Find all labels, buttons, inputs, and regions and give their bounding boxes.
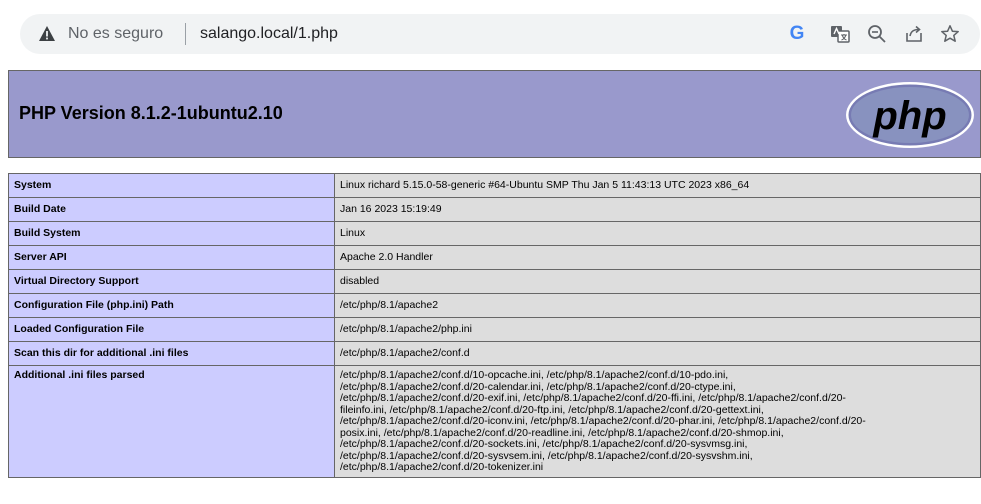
row-value: Linux richard 5.15.0-58-generic #64-Ubun… xyxy=(334,173,981,198)
row-value-line: /etc/php/8.1/apache2/conf.d/20-exif.ini,… xyxy=(340,392,846,404)
google-icon[interactable]: G xyxy=(785,22,809,46)
translate-icon[interactable] xyxy=(828,22,852,46)
row-value-line: /etc/php/8.1/apache2/conf.d/10-opcache.i… xyxy=(340,369,729,381)
row-key: Build Date xyxy=(8,197,335,222)
row-key: Build System xyxy=(8,221,335,246)
table-row: Server API Apache 2.0 Handler xyxy=(8,245,981,270)
row-value-line: /etc/php/8.1/apache2/conf.d/20-iconv.ini… xyxy=(340,415,866,427)
row-value-line: /etc/php/8.1/apache2/conf.d/20-sockets.i… xyxy=(340,438,748,450)
zoom-out-icon[interactable] xyxy=(865,22,889,46)
bookmark-star-icon[interactable] xyxy=(938,22,962,46)
row-value: /etc/php/8.1/apache2/conf.d xyxy=(334,341,981,366)
table-row: Build System Linux xyxy=(8,221,981,246)
table-row: Virtual Directory Support disabled xyxy=(8,269,981,294)
row-value: Jan 16 2023 15:19:49 xyxy=(334,197,981,222)
row-key: Virtual Directory Support xyxy=(8,269,335,294)
row-key: Loaded Configuration File xyxy=(8,317,335,342)
security-label[interactable]: No es seguro xyxy=(68,24,163,44)
row-key: Server API xyxy=(8,245,335,270)
phpinfo-content: PHP Version 8.1.2-1ubuntu2.10 php System… xyxy=(8,70,981,478)
system-info-table: System Linux richard 5.15.0-58-generic #6… xyxy=(8,173,981,478)
row-value-list: /etc/php/8.1/apache2/conf.d/10-opcache.i… xyxy=(334,365,981,478)
share-icon[interactable] xyxy=(902,22,926,46)
warning-icon[interactable] xyxy=(38,25,56,42)
php-logo-icon[interactable]: php xyxy=(845,81,975,149)
page-title: PHP Version 8.1.2-1ubuntu2.10 xyxy=(19,103,283,123)
row-value: Apache 2.0 Handler xyxy=(334,245,981,270)
row-value: disabled xyxy=(334,269,981,294)
url-text[interactable]: salango.local/1.php xyxy=(200,24,338,44)
svg-text:php: php xyxy=(872,94,946,138)
table-row: Configuration File (php.ini) Path/etc/ph… xyxy=(8,293,981,318)
row-value-line: /etc/php/8.1/apache2/conf.d/20-tokenizer… xyxy=(340,461,544,473)
table-row: Build Date Jan 16 2023 15:19:49 xyxy=(8,197,981,222)
row-key: Configuration File (php.ini) Path xyxy=(8,293,335,318)
row-value: /etc/php/8.1/apache2 xyxy=(334,293,981,318)
php-version-header: PHP Version 8.1.2-1ubuntu2.10 php xyxy=(8,70,981,158)
row-key: System xyxy=(8,173,335,198)
row-value: /etc/php/8.1/apache2/php.ini xyxy=(334,317,981,342)
row-key: Additional .ini files parsed xyxy=(8,365,335,478)
address-separator xyxy=(185,23,186,45)
table-row: Additional .ini files parsed/etc/php/8.1… xyxy=(8,365,981,478)
row-value: Linux xyxy=(334,221,981,246)
table-row: System Linux richard 5.15.0-58-generic #6… xyxy=(8,173,981,198)
table-row: Scan this dir for additional .ini files /… xyxy=(8,341,981,366)
address-bar[interactable]: No es seguro salango.local/1.php G xyxy=(20,14,980,54)
browser-toolbar: No es seguro salango.local/1.php G xyxy=(0,0,981,62)
row-key: Scan this dir for additional .ini files xyxy=(8,341,335,366)
table-row: Loaded Configuration File/etc/php/8.1/ap… xyxy=(8,317,981,342)
